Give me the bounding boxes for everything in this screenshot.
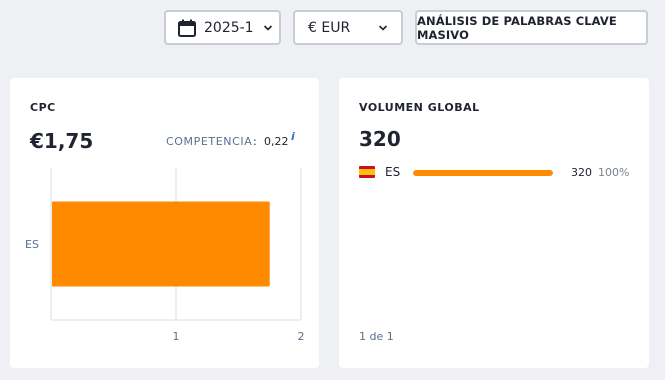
- date-label: 2025-1: [204, 19, 254, 36]
- volume-title: VOLUMEN GLOBAL: [359, 101, 480, 114]
- volume-share-bar: [413, 170, 553, 176]
- chevron-down-icon: [378, 25, 388, 31]
- country-volume: 320: [571, 166, 592, 179]
- spain-flag-icon: [359, 166, 375, 178]
- country-row: ES 320 100%: [359, 165, 639, 181]
- date-selector[interactable]: 2025-1: [164, 10, 281, 45]
- bulk-keyword-analysis-button[interactable]: ANÁLISIS DE PALABRAS CLAVE MASIVO: [415, 10, 648, 45]
- global-volume-card: VOLUMEN GLOBAL 320 ES 320 100% 1 de 1: [339, 78, 649, 368]
- cpc-chart: ES 1 2: [25, 168, 305, 343]
- cpc-bar[interactable]: [52, 201, 270, 287]
- cpc-card: CPC €1,75 COMPETENCIA : 0,22 i ES 12: [10, 78, 319, 368]
- volume-value: 320: [359, 127, 401, 151]
- country-percent: 100%: [598, 166, 630, 179]
- toolbar: 2025-1 € EUR ANÁLISIS DE PALABRAS CLAVE …: [0, 0, 665, 58]
- currency-label: € EUR: [308, 19, 351, 36]
- pagination-label: 1 de 1: [359, 330, 394, 343]
- bulk-button-label: ANÁLISIS DE PALABRAS CLAVE MASIVO: [417, 13, 617, 42]
- calendar-icon: [178, 19, 196, 37]
- x-tick-label: 2: [298, 330, 305, 343]
- volume-share-fill: [413, 170, 553, 176]
- x-tick-label: 1: [173, 330, 180, 343]
- currency-selector[interactable]: € EUR: [293, 10, 403, 45]
- chevron-down-icon: [263, 24, 272, 31]
- category-label: ES: [25, 238, 39, 251]
- country-label: ES: [385, 165, 401, 179]
